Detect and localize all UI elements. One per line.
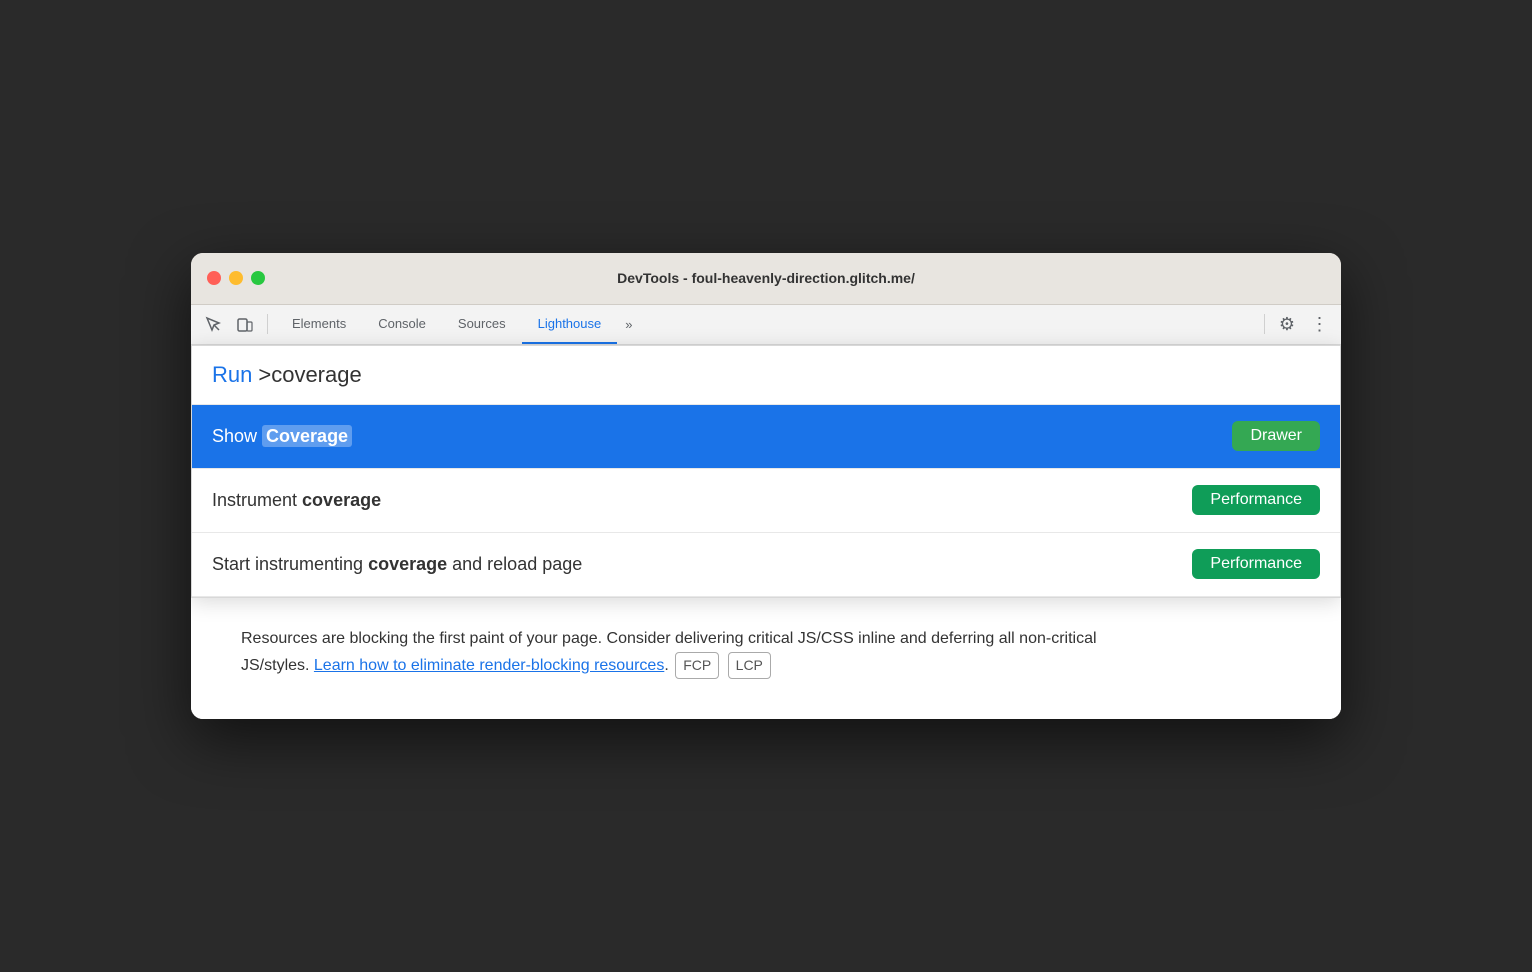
command-input-row: Run [192, 346, 1340, 405]
devtools-body: Elements Console Sources Lighthouse » [191, 305, 1341, 720]
content-area: Run Show Coverage Drawer Instrument cove… [191, 345, 1341, 720]
suggestion-show-coverage[interactable]: Show Coverage Drawer [192, 405, 1340, 469]
highlight-coverage-3: coverage [368, 554, 447, 574]
suggestion-text-show-coverage: Show Coverage [212, 426, 1232, 447]
more-options-button[interactable]: ⋮ [1305, 310, 1333, 338]
gear-icon: ⚙ [1279, 314, 1295, 335]
tab-console[interactable]: Console [362, 304, 442, 344]
window-controls [207, 271, 265, 285]
tab-lighthouse[interactable]: Lighthouse [522, 304, 618, 344]
command-input[interactable] [258, 362, 1320, 388]
device-icon [236, 315, 254, 333]
inspect-icon [204, 315, 222, 333]
suggestion-text-start: Start instrumenting coverage and reload … [212, 554, 1192, 575]
close-button[interactable] [207, 271, 221, 285]
tab-elements[interactable]: Elements [276, 304, 362, 344]
learn-more-link[interactable]: Learn how to eliminate render-blocking r… [314, 657, 664, 674]
device-toggle-button[interactable] [231, 310, 259, 338]
run-label: Run [212, 362, 252, 388]
suggestion-instrument-coverage[interactable]: Instrument coverage Performance [192, 469, 1340, 533]
tab-sources[interactable]: Sources [442, 304, 522, 344]
window-title: DevTools - foul-heavenly-direction.glitc… [617, 270, 915, 286]
minimize-button[interactable] [229, 271, 243, 285]
highlight-coverage-2: coverage [302, 490, 381, 510]
settings-button[interactable]: ⚙ [1273, 310, 1301, 338]
tab-list: Elements Console Sources Lighthouse » [276, 304, 1256, 344]
inspect-element-button[interactable] [199, 310, 227, 338]
lcp-tag: LCP [728, 652, 771, 680]
toolbar-right: ⚙ ⋮ [1260, 310, 1333, 338]
maximize-button[interactable] [251, 271, 265, 285]
toolbar: Elements Console Sources Lighthouse » [191, 305, 1341, 345]
performance-badge-2[interactable]: Performance [1192, 549, 1320, 579]
suggestion-start-instrumenting[interactable]: Start instrumenting coverage and reload … [192, 533, 1340, 597]
suggestion-text-instrument: Instrument coverage [212, 490, 1192, 511]
toolbar-divider-right [1264, 314, 1265, 334]
titlebar: DevTools - foul-heavenly-direction.glitc… [191, 253, 1341, 305]
description-text: Resources are blocking the first paint o… [241, 625, 1141, 680]
toolbar-divider [267, 314, 268, 334]
performance-badge-1[interactable]: Performance [1192, 485, 1320, 515]
three-dots-icon: ⋮ [1311, 314, 1328, 335]
command-palette: Run Show Coverage Drawer Instrument cove… [191, 345, 1341, 598]
fcp-tag: FCP [675, 652, 719, 680]
highlight-coverage-1: Coverage [262, 425, 352, 447]
browser-window: DevTools - foul-heavenly-direction.glitc… [191, 253, 1341, 720]
drawer-badge[interactable]: Drawer [1232, 421, 1320, 451]
more-tabs-button[interactable]: » [617, 317, 640, 332]
